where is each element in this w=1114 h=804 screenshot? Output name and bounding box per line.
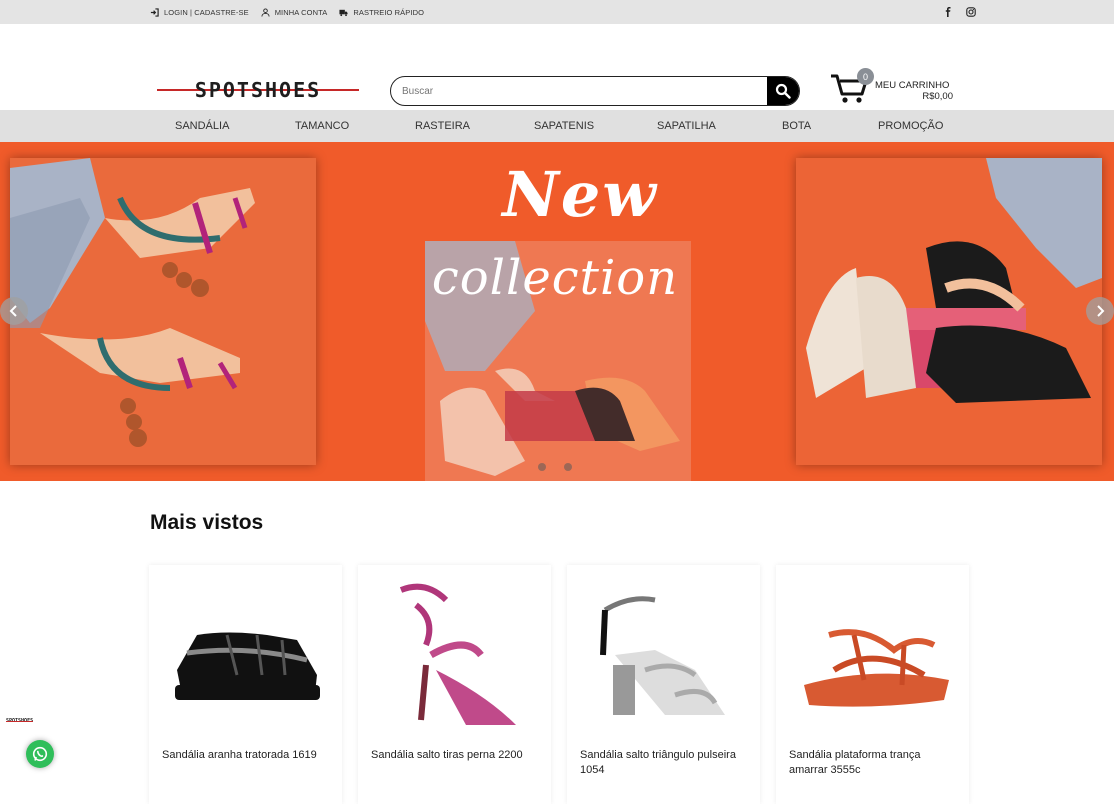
whatsapp-button[interactable] xyxy=(26,740,54,768)
nav-item-sapatenis[interactable]: SAPATENIS xyxy=(534,110,594,142)
product-card[interactable]: Sandália salto tiras perna 2200 xyxy=(358,565,551,804)
nav-item-promocao[interactable]: PROMOÇÃO xyxy=(878,110,943,142)
nav-item-tamanco[interactable]: TAMANCO xyxy=(295,110,349,142)
product-name: Sandália salto tiras perna 2200 xyxy=(371,749,523,761)
header: SPOTSHOES 0 MEU CARRINHO R$0,00 xyxy=(0,24,1114,110)
section-title: Mais vistos xyxy=(150,511,264,534)
tracking-label: RASTREIO RÁPIDO xyxy=(353,7,425,17)
nav-item-sandalia[interactable]: SANDÁLIA xyxy=(175,110,229,142)
carousel-dot[interactable] xyxy=(538,463,546,471)
hero-title: New xyxy=(502,158,658,231)
product-card[interactable]: Sandália plataforma trança amarrar 3555c xyxy=(776,565,969,804)
product-image xyxy=(399,583,516,725)
login-icon xyxy=(150,7,159,17)
truck-icon xyxy=(339,9,348,16)
product-card[interactable]: Sandália aranha tratorada 1619 xyxy=(149,565,342,804)
main-nav: SANDÁLIA TAMANCO RASTEIRA SAPATENIS SAPA… xyxy=(0,110,1114,142)
chevron-left-icon xyxy=(9,305,17,317)
hero-carousel: New collection xyxy=(0,142,1114,481)
product-list: Sandália aranha tratorada 1619 Sandália … xyxy=(149,565,969,804)
login-label: LOGIN | CADASTRE-SE xyxy=(164,7,249,17)
cart-widget[interactable]: 0 MEU CARRINHO R$0,00 xyxy=(830,68,960,108)
search-input[interactable] xyxy=(391,77,767,105)
product-image xyxy=(804,629,949,707)
search-bar xyxy=(390,76,800,106)
whatsapp-icon xyxy=(32,746,48,762)
cart-total: R$0,00 xyxy=(922,91,953,102)
top-bar: LOGIN | CADASTRE-SE MINHA CONTA RASTREIO… xyxy=(0,0,1114,24)
carousel-dot[interactable] xyxy=(564,463,572,471)
floating-logo[interactable]: SPOTSHOES xyxy=(6,718,34,724)
carousel-dots xyxy=(538,463,572,471)
product-name: Sandália salto triângulo pulseira 1054 xyxy=(580,749,736,776)
floating-logo-underline xyxy=(6,721,34,722)
facebook-icon[interactable] xyxy=(942,7,953,18)
instagram-icon[interactable] xyxy=(965,7,976,18)
hero-image-left xyxy=(10,158,316,465)
nav-item-rasteira[interactable]: RASTEIRA xyxy=(415,110,470,142)
hero-subtitle: collection xyxy=(431,250,679,306)
hero-image-right xyxy=(796,158,1102,465)
product-image xyxy=(600,596,725,715)
product-image xyxy=(175,632,320,700)
user-icon xyxy=(261,7,270,17)
my-account-link[interactable]: MINHA CONTA xyxy=(261,8,328,17)
product-name: Sandália plataforma trança amarrar 3555c xyxy=(789,749,921,776)
search-button[interactable] xyxy=(767,77,799,105)
nav-item-sapatilha[interactable]: SAPATILHA xyxy=(657,110,716,142)
search-icon xyxy=(775,83,791,99)
chevron-right-icon xyxy=(1097,305,1105,317)
logo-text: SPOTSHOES xyxy=(194,78,322,102)
my-account-label: MINHA CONTA xyxy=(274,7,328,17)
carousel-next-button[interactable] xyxy=(1086,297,1114,325)
cart-count-badge: 0 xyxy=(857,68,874,85)
site-logo[interactable]: SPOTSHOES xyxy=(157,77,359,105)
product-name: Sandália aranha tratorada 1619 xyxy=(162,749,317,761)
cart-label: MEU CARRINHO xyxy=(875,80,950,91)
nav-item-bota[interactable]: BOTA xyxy=(782,110,811,142)
login-link[interactable]: LOGIN | CADASTRE-SE xyxy=(150,8,249,17)
product-card[interactable]: Sandália salto triângulo pulseira 1054 xyxy=(567,565,760,804)
tracking-link[interactable]: RASTREIO RÁPIDO xyxy=(339,8,424,17)
carousel-prev-button[interactable] xyxy=(0,297,28,325)
